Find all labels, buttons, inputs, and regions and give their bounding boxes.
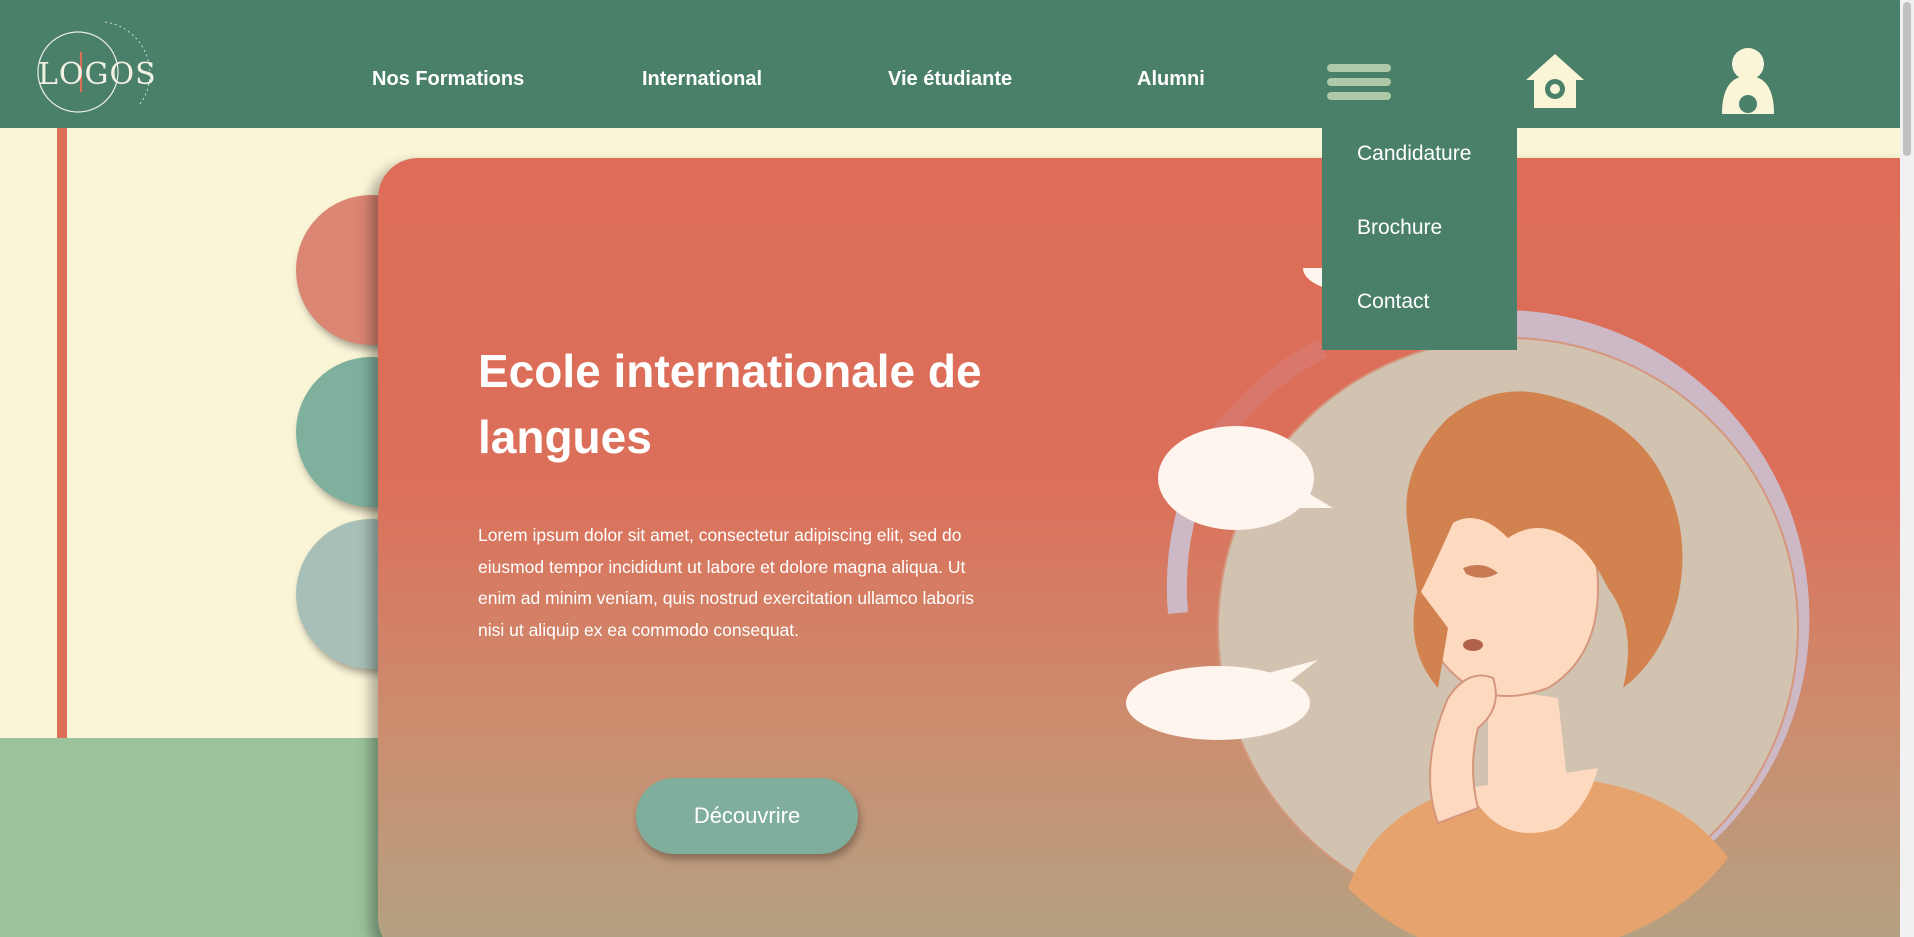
hero-card: Ecole internationale de langues Lorem ip… <box>378 158 1914 937</box>
left-accent-stripe <box>57 128 67 738</box>
logo-text: LOGOS <box>38 57 157 92</box>
site-header: LOGOS Nos Formations International Vie é… <box>0 0 1914 128</box>
user-icon[interactable] <box>1718 46 1778 114</box>
home-icon[interactable] <box>1524 50 1586 112</box>
hamburger-menu-icon[interactable] <box>1327 64 1391 108</box>
hero-text: Lorem ipsum dolor sit amet, consectetur … <box>478 525 975 640</box>
scrollbar-thumb[interactable] <box>1903 2 1911 156</box>
dropdown-item-brochure[interactable]: Brochure <box>1357 216 1442 240</box>
student-illustration <box>1126 268 1810 937</box>
discover-button[interactable]: Découvrire <box>636 778 858 854</box>
nav-international[interactable]: International <box>642 68 762 91</box>
nav-nos-formations[interactable]: Nos Formations <box>372 68 524 91</box>
hero-title: Ecole internationale de langues <box>478 345 982 463</box>
page-scrollbar[interactable] <box>1900 0 1914 937</box>
dropdown-item-contact[interactable]: Contact <box>1357 290 1429 314</box>
nav-vie-etudiante[interactable]: Vie étudiante <box>888 68 1012 91</box>
nav-alumni[interactable]: Alumni <box>1137 68 1205 91</box>
logo[interactable]: LOGOS <box>30 14 170 114</box>
dropdown-menu: Candidature Brochure Contact <box>1322 128 1517 350</box>
dropdown-item-candidature[interactable]: Candidature <box>1357 142 1471 166</box>
